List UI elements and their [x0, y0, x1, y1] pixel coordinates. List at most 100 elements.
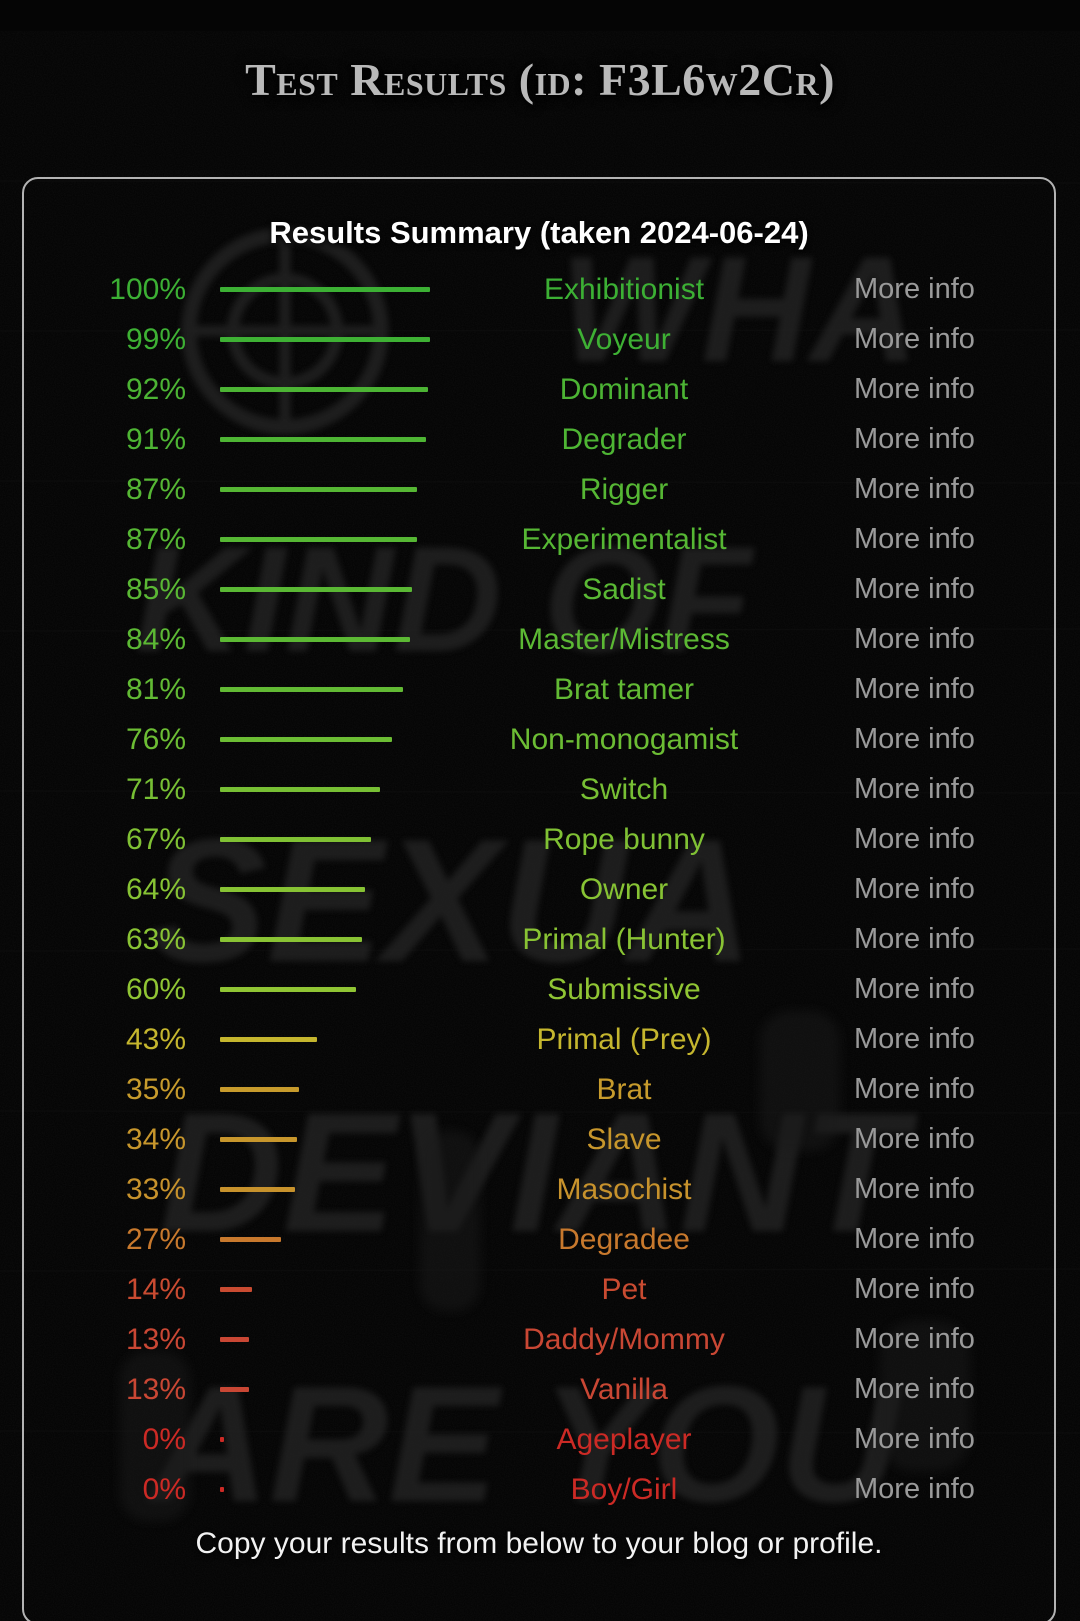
result-row: 27% Degradee More info — [24, 1215, 1054, 1265]
result-bar-track — [186, 1287, 430, 1293]
result-percentage: 0% — [142, 1472, 186, 1506]
result-bar-track — [186, 337, 430, 343]
more-info-link[interactable]: More info — [854, 975, 1054, 1004]
result-bar-fill — [220, 337, 430, 343]
result-bar-fill — [220, 1487, 224, 1493]
more-info-link[interactable]: More info — [854, 725, 1054, 754]
result-row: 87% Experimentalist More info — [24, 515, 1054, 565]
result-label: Ageplayer — [556, 1422, 692, 1456]
more-info-link[interactable]: More info — [854, 475, 1054, 504]
more-info-link[interactable]: More info — [854, 425, 1054, 454]
result-percentage: 33% — [125, 1172, 186, 1206]
more-info-link[interactable]: More info — [854, 325, 1054, 354]
result-label: Degradee — [558, 1222, 690, 1256]
result-bar-track — [186, 1387, 430, 1393]
result-row: 63% Primal (Hunter) More info — [24, 915, 1054, 965]
more-info-link[interactable]: More info — [854, 925, 1054, 954]
result-bar-track — [186, 637, 430, 643]
result-bar-track — [186, 1437, 430, 1443]
result-row: 71% Switch More info — [24, 765, 1054, 815]
result-bar-fill — [220, 287, 430, 293]
result-percentage: 85% — [125, 572, 186, 606]
result-bar-track — [186, 887, 430, 893]
result-percentage: 35% — [125, 1072, 186, 1106]
result-bar-track — [186, 587, 430, 593]
result-row: 91% Degrader More info — [24, 415, 1054, 465]
result-bar-fill — [220, 537, 417, 543]
result-row: 67% Rope bunny More info — [24, 815, 1054, 865]
result-row: 33% Masochist More info — [24, 1165, 1054, 1215]
copy-results-note: Copy your results from below to your blo… — [195, 1526, 883, 1560]
result-bar-fill — [220, 437, 426, 443]
more-info-link[interactable]: More info — [854, 1275, 1054, 1304]
more-info-link[interactable]: More info — [854, 275, 1054, 304]
result-percentage: 87% — [125, 522, 186, 556]
result-row: 76% Non-monogamist More info — [24, 715, 1054, 765]
result-bar-track — [186, 1487, 430, 1493]
result-row: 64% Owner More info — [24, 865, 1054, 915]
result-bar-track — [186, 287, 430, 293]
more-info-link[interactable]: More info — [854, 675, 1054, 704]
result-bar-track — [186, 787, 430, 793]
result-bar-track — [186, 387, 430, 393]
more-info-link[interactable]: More info — [854, 1075, 1054, 1104]
result-label: Boy/Girl — [570, 1472, 678, 1506]
result-label: Rope bunny — [543, 822, 705, 856]
page-title: Test Results (id: F3L6w2Cr) — [245, 53, 835, 105]
result-percentage: 67% — [125, 822, 186, 856]
result-bar-track — [186, 987, 430, 993]
result-label: Non-monogamist — [509, 722, 739, 756]
more-info-link[interactable]: More info — [854, 1475, 1054, 1504]
result-bar-fill — [220, 1137, 297, 1143]
result-label: Slave — [586, 1122, 662, 1156]
more-info-link[interactable]: More info — [854, 575, 1054, 604]
more-info-link[interactable]: More info — [854, 1025, 1054, 1054]
more-info-link[interactable]: More info — [854, 775, 1054, 804]
more-info-link[interactable]: More info — [854, 1375, 1054, 1404]
more-info-link[interactable]: More info — [854, 1125, 1054, 1154]
result-label: Master/Mistress — [518, 622, 730, 656]
result-bar-fill — [220, 987, 356, 993]
result-bar-fill — [220, 837, 371, 843]
result-percentage: 64% — [125, 872, 186, 906]
result-row: 14% Pet More info — [24, 1265, 1054, 1315]
result-bar-track — [186, 437, 430, 443]
result-label: Masochist — [556, 1172, 692, 1206]
result-bar-track — [186, 1037, 430, 1043]
more-info-link[interactable]: More info — [854, 1175, 1054, 1204]
result-label: Switch — [579, 772, 669, 806]
result-bar-track — [186, 687, 430, 693]
result-label: Rigger — [579, 472, 669, 506]
result-percentage: 63% — [125, 922, 186, 956]
result-percentage: 13% — [125, 1322, 186, 1356]
result-bar-track — [186, 1187, 430, 1193]
more-info-link[interactable]: More info — [854, 875, 1054, 904]
more-info-link[interactable]: More info — [854, 525, 1054, 554]
result-percentage: 87% — [125, 472, 186, 506]
result-label: Voyeur — [577, 322, 671, 356]
result-row: 0% Boy/Girl More info — [24, 1465, 1054, 1515]
result-percentage: 13% — [125, 1372, 186, 1406]
more-info-link[interactable]: More info — [854, 1425, 1054, 1454]
result-bar-fill — [220, 1287, 252, 1293]
result-row: 60% Submissive More info — [24, 965, 1054, 1015]
more-info-link[interactable]: More info — [854, 1225, 1054, 1254]
result-percentage: 34% — [125, 1122, 186, 1156]
result-row: 100% Exhibitionist More info — [24, 265, 1054, 315]
more-info-link[interactable]: More info — [854, 1325, 1054, 1354]
result-label: Primal (Prey) — [536, 1022, 712, 1056]
result-label: Daddy/Mommy — [523, 1322, 725, 1356]
result-label: Vanilla — [580, 1372, 668, 1406]
result-bar-fill — [220, 687, 403, 693]
result-bar-fill — [220, 1037, 317, 1043]
result-label: Owner — [579, 872, 669, 906]
result-bar-fill — [220, 1387, 249, 1393]
result-bar-track — [186, 937, 430, 943]
result-percentage: 14% — [125, 1272, 186, 1306]
more-info-link[interactable]: More info — [854, 625, 1054, 654]
result-bar-fill — [220, 887, 365, 893]
more-info-link[interactable]: More info — [854, 375, 1054, 404]
result-label: Primal (Hunter) — [522, 922, 726, 956]
more-info-link[interactable]: More info — [854, 825, 1054, 854]
results-card: Results Summary (taken 2024-06-24) 100% E… — [22, 176, 1056, 1621]
